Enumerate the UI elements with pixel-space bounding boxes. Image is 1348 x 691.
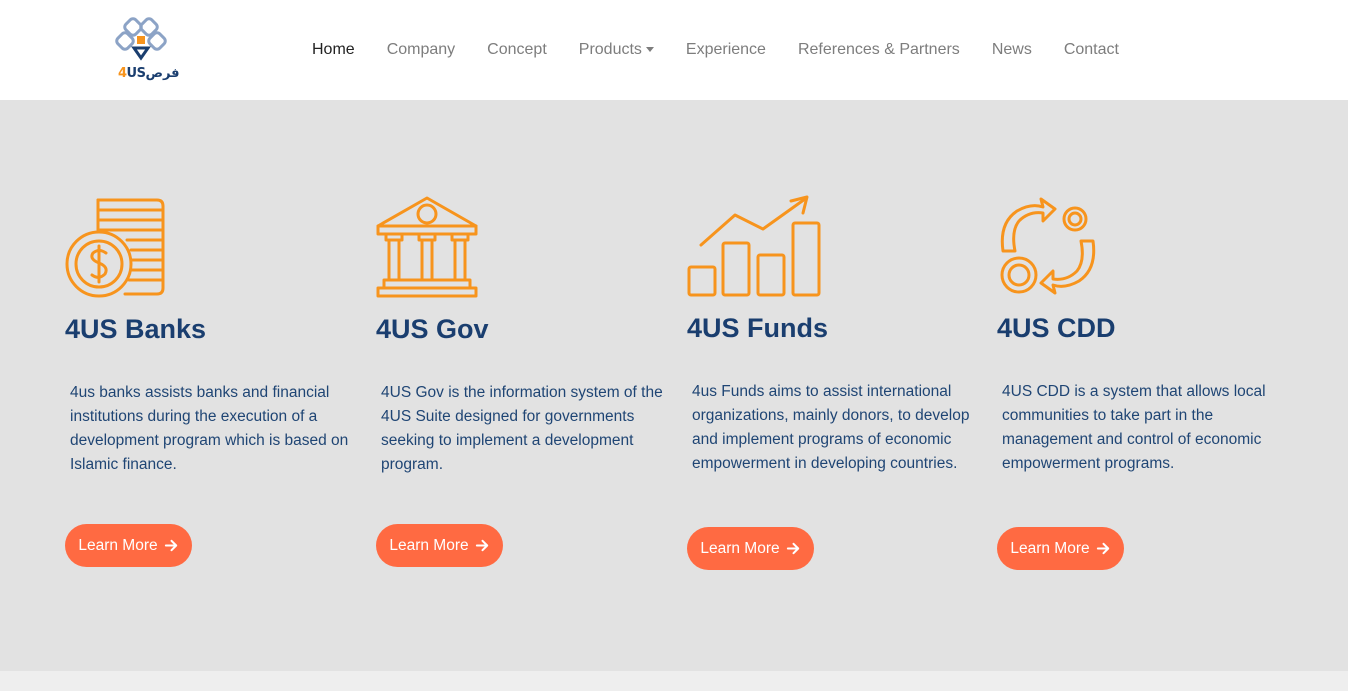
nav-home[interactable]: Home	[312, 41, 355, 59]
learn-more-button[interactable]: Learn More	[687, 527, 814, 570]
product-title: 4US CDD	[997, 313, 1116, 343]
logo-wordmark: 4USفرص	[118, 66, 180, 81]
growth-chart-icon	[687, 195, 821, 297]
brand-logo[interactable]: 4USفرص	[112, 16, 180, 84]
top-navbar: 4USفرص Home Company Concept Products Exp…	[0, 0, 1348, 100]
product-description: 4US CDD is a system that allows local co…	[1002, 383, 1266, 472]
learn-more-label: Learn More	[1010, 539, 1090, 557]
footer-strip	[0, 671, 1348, 691]
arrow-right-icon	[475, 539, 488, 552]
learn-more-label: Learn More	[700, 539, 780, 557]
product-title: 4US Banks	[65, 314, 207, 344]
nav-experience[interactable]: Experience	[686, 41, 766, 59]
learn-more-button[interactable]: Learn More	[65, 524, 192, 567]
learn-more-button[interactable]: Learn More	[376, 524, 503, 567]
exchange-cycle-icon	[1000, 197, 1096, 295]
arrow-right-icon	[1096, 542, 1109, 555]
learn-more-label: Learn More	[389, 536, 469, 554]
arrow-right-icon	[786, 542, 799, 555]
learn-more-button[interactable]: Learn More	[997, 527, 1124, 570]
product-description: 4us Funds aims to assist international o…	[692, 383, 970, 472]
product-description: 4US Gov is the information system of the…	[381, 384, 663, 473]
logo-mark-icon	[115, 17, 167, 61]
nav-products-dropdown[interactable]: Products	[579, 41, 654, 59]
government-building-icon	[376, 196, 478, 298]
nav-company[interactable]: Company	[387, 41, 455, 59]
products-section: 4US Banks 4us banks assists banks and fi…	[0, 100, 1348, 671]
caret-down-icon	[645, 46, 654, 52]
product-title: 4US Funds	[687, 313, 829, 343]
nav-contact[interactable]: Contact	[1064, 41, 1119, 59]
arrow-right-icon	[164, 539, 177, 552]
nav-news[interactable]: News	[992, 41, 1032, 59]
coins-icon	[65, 198, 165, 298]
nav-products-label: Products	[578, 41, 642, 58]
product-description: 4us banks assists banks and financial in…	[70, 384, 349, 473]
main-nav: Home Company Concept Products Experience…	[312, 0, 1151, 100]
learn-more-label: Learn More	[78, 536, 158, 554]
product-title: 4US Gov	[376, 314, 489, 344]
nav-concept[interactable]: Concept	[487, 41, 547, 59]
nav-references-partners[interactable]: References & Partners	[798, 41, 960, 59]
